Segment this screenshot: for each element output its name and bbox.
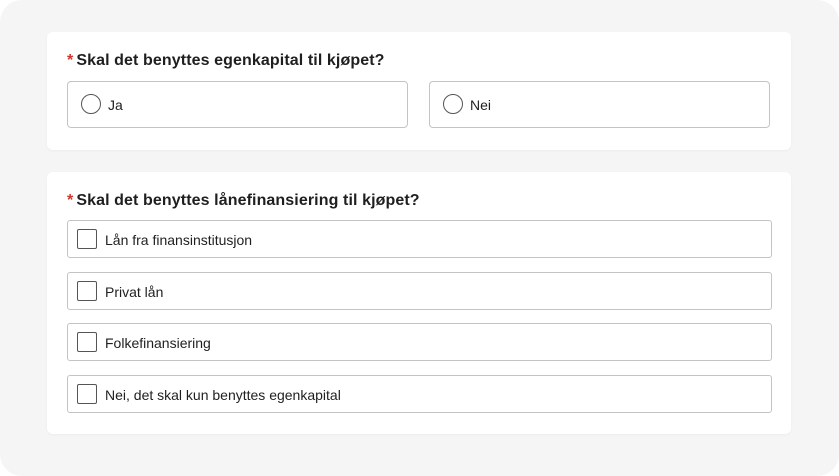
checkbox-option-finance-institution-loan[interactable]: Lån fra finansinstitusjon: [67, 220, 772, 258]
radio-button-icon[interactable]: [81, 94, 101, 114]
checkbox-label: Nei, det skal kun benyttes egenkapital: [105, 387, 341, 403]
radio-button-icon[interactable]: [443, 94, 463, 114]
radio-option-nei[interactable]: Nei: [429, 81, 770, 128]
radio-label-nei: Nei: [470, 97, 492, 113]
checkbox-icon[interactable]: [77, 384, 97, 404]
checkbox-label: Privat lån: [105, 284, 164, 300]
financing-question-text: Skal det benyttes lånefinansiering til k…: [76, 192, 420, 209]
checkbox-icon[interactable]: [77, 229, 97, 249]
checkbox-label: Lån fra finansinstitusjon: [105, 232, 253, 248]
required-marker: *: [67, 52, 74, 69]
checkbox-icon[interactable]: [77, 332, 97, 352]
radio-label-ja: Ja: [108, 97, 123, 113]
checkbox-icon[interactable]: [77, 281, 97, 301]
equity-question-label: * Skal det benyttes egenkapital til kjøpe…: [67, 52, 385, 70]
checkbox-option-private-loan[interactable]: Privat lån: [67, 272, 772, 310]
form-page: * Skal det benyttes egenkapital til kjøpe…: [0, 0, 839, 476]
equity-question-card: * Skal det benyttes egenkapital til kjøpe…: [47, 32, 791, 150]
equity-question-text: Skal det benyttes egenkapital til kjøpet…: [76, 52, 385, 69]
checkbox-option-crowdfunding[interactable]: Folkefinansiering: [67, 323, 772, 361]
checkbox-label: Folkefinansiering: [105, 335, 211, 351]
required-marker: *: [67, 192, 74, 209]
radio-option-ja[interactable]: Ja: [67, 81, 408, 128]
financing-question-label: * Skal det benyttes lånefinansiering til …: [67, 192, 420, 210]
checkbox-option-equity-only[interactable]: Nei, det skal kun benyttes egenkapital: [67, 375, 772, 413]
financing-question-card: * Skal det benyttes lånefinansiering til …: [47, 172, 791, 434]
